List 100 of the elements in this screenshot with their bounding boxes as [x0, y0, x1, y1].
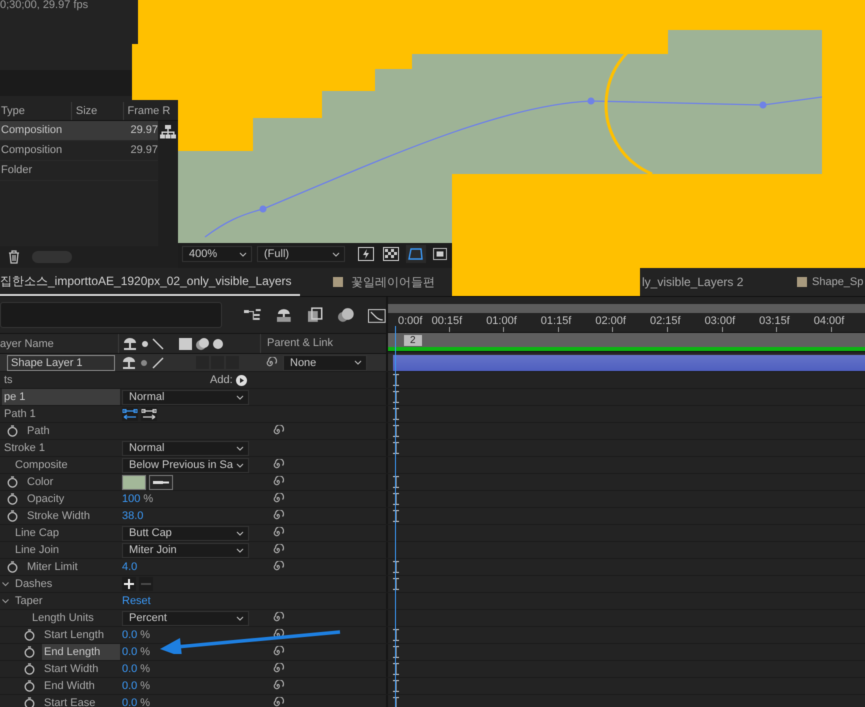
keyframe-marker-icon[interactable]	[393, 408, 399, 420]
property-value[interactable]: 0.0	[122, 663, 138, 675]
column-header[interactable]: Type	[0, 102, 71, 120]
property-dropdown[interactable]: Percent	[122, 610, 249, 626]
pick-whip-icon[interactable]	[272, 527, 284, 539]
property-value[interactable]: 100	[122, 493, 140, 505]
composition-tab[interactable]: 집한소스_importtoAE_1920px_02_only_visible_Layers	[0, 268, 300, 296]
play-circle-icon[interactable]	[236, 374, 247, 386]
property-label[interactable]: Dashes	[13, 576, 120, 592]
graph-editor-icon[interactable]	[368, 307, 386, 323]
property-value[interactable]: 0.0	[122, 646, 138, 658]
pick-whip-icon[interactable]	[272, 646, 284, 658]
transparency-grid-icon[interactable]	[381, 245, 401, 263]
property-dropdown[interactable]: Butt Cap	[122, 526, 249, 540]
pick-whip-icon[interactable]	[272, 544, 284, 556]
property-label[interactable]: ts	[2, 372, 120, 388]
pick-whip-icon[interactable]	[272, 680, 284, 692]
property-label[interactable]: Path	[25, 423, 120, 439]
property-label[interactable]: Stroke 1	[2, 440, 120, 456]
property-dropdown[interactable]: Normal	[122, 390, 249, 404]
stopwatch-icon[interactable]	[24, 629, 35, 641]
property-label[interactable]: pe 1	[2, 389, 120, 405]
pick-whip-icon[interactable]	[272, 510, 284, 522]
stopwatch-icon[interactable]	[7, 561, 18, 573]
stopwatch-icon[interactable]	[7, 493, 18, 505]
color-swatch[interactable]	[122, 474, 146, 490]
keyframe-marker-icon[interactable]	[393, 629, 399, 641]
stopwatch-icon[interactable]	[7, 510, 18, 522]
property-dropdown[interactable]: Normal	[122, 440, 249, 456]
property-label[interactable]: Composite	[13, 457, 120, 473]
pick-whip-icon[interactable]	[272, 459, 284, 471]
property-value[interactable]: 38.0	[122, 510, 144, 522]
twirl-chevron-icon[interactable]	[2, 598, 9, 604]
property-label[interactable]: End Width	[42, 678, 120, 694]
stopwatch-icon[interactable]	[24, 697, 35, 707]
property-label[interactable]: Opacity	[25, 491, 120, 507]
flowchart-icon[interactable]	[244, 308, 262, 322]
property-label[interactable]: Taper	[13, 593, 120, 609]
property-value[interactable]: 4.0	[122, 561, 138, 573]
property-value[interactable]: 0.0	[122, 680, 138, 692]
frame-blending-icon[interactable]	[307, 307, 323, 323]
pick-whip-icon[interactable]	[272, 663, 284, 675]
pick-whip-icon[interactable]	[272, 425, 284, 437]
keyframe-marker-icon[interactable]	[393, 476, 399, 488]
keyframe-marker-icon[interactable]	[393, 425, 399, 437]
property-label[interactable]: Path 1	[2, 406, 120, 422]
pick-whip-icon[interactable]	[272, 476, 284, 488]
trash-icon[interactable]	[8, 250, 20, 264]
zoom-dropdown[interactable]: 400%	[182, 246, 252, 262]
property-label[interactable]: Stroke Width	[25, 508, 120, 524]
pick-whip-icon[interactable]	[265, 356, 277, 368]
reset-link[interactable]: Reset	[122, 595, 151, 607]
search-field[interactable]	[0, 302, 222, 328]
keyframe-marker-icon[interactable]	[393, 493, 399, 505]
stopwatch-icon[interactable]	[24, 663, 35, 675]
keyframe-marker-icon[interactable]	[393, 680, 399, 692]
stopwatch-icon[interactable]	[7, 425, 18, 437]
parent-dropdown[interactable]: None	[283, 354, 367, 370]
keyframe-marker-icon[interactable]	[393, 663, 399, 675]
property-label[interactable]: Start Ease	[42, 695, 120, 707]
property-label[interactable]: Line Join	[13, 542, 120, 558]
keyframe-marker-icon[interactable]	[393, 561, 399, 573]
layer-switches-icon[interactable]	[122, 356, 166, 370]
eyedropper-icon[interactable]	[149, 474, 173, 490]
keyframe-marker-icon[interactable]	[393, 578, 399, 590]
keyframe-marker-icon[interactable]	[393, 646, 399, 658]
keyframe-marker-icon[interactable]	[393, 697, 399, 707]
property-dropdown[interactable]: Below Previous in Sa	[122, 458, 249, 472]
pick-whip-icon[interactable]	[272, 561, 284, 573]
property-label[interactable]: Line Cap	[13, 525, 120, 541]
column-header[interactable]: Size	[70, 102, 123, 120]
path-direction-icon[interactable]	[122, 407, 138, 421]
pick-whip-icon[interactable]	[272, 493, 284, 505]
property-label[interactable]: Color	[25, 474, 120, 490]
composition-tab[interactable]: ly_visible_Layers 2	[642, 268, 752, 296]
motion-blur-icon[interactable]	[336, 307, 354, 323]
composition-tab[interactable]: Shape_Sp	[797, 268, 864, 296]
keyframe-marker-icon[interactable]	[393, 374, 399, 386]
property-label[interactable]: End Length	[42, 644, 120, 660]
property-label[interactable]: Start Width	[42, 661, 120, 677]
composition-tab[interactable]: 꽃일레이어들편	[333, 268, 443, 296]
property-dropdown[interactable]: Miter Join	[122, 542, 249, 558]
keyframe-marker-icon[interactable]	[393, 510, 399, 522]
pick-whip-icon[interactable]	[272, 697, 284, 707]
path-direction-icon[interactable]	[141, 407, 157, 421]
plus-icon[interactable]	[122, 577, 136, 591]
stopwatch-icon[interactable]	[7, 476, 18, 488]
keyframe-marker-icon[interactable]	[393, 391, 399, 403]
stopwatch-icon[interactable]	[24, 680, 35, 692]
project-item[interactable]: Composition 29.97	[0, 121, 158, 141]
stopwatch-icon[interactable]	[24, 646, 35, 658]
property-label[interactable]: Miter Limit	[25, 559, 120, 575]
property-value[interactable]: 0.0	[122, 629, 138, 641]
keyframe-marker-icon[interactable]	[393, 442, 399, 454]
flowchart-icon[interactable]	[160, 125, 176, 139]
pick-whip-icon[interactable]	[272, 612, 284, 624]
property-value[interactable]: 0.0	[122, 697, 138, 707]
fast-preview-icon[interactable]	[356, 245, 376, 263]
hide-layers-icon[interactable]	[275, 308, 294, 322]
region-icon[interactable]	[431, 246, 449, 262]
